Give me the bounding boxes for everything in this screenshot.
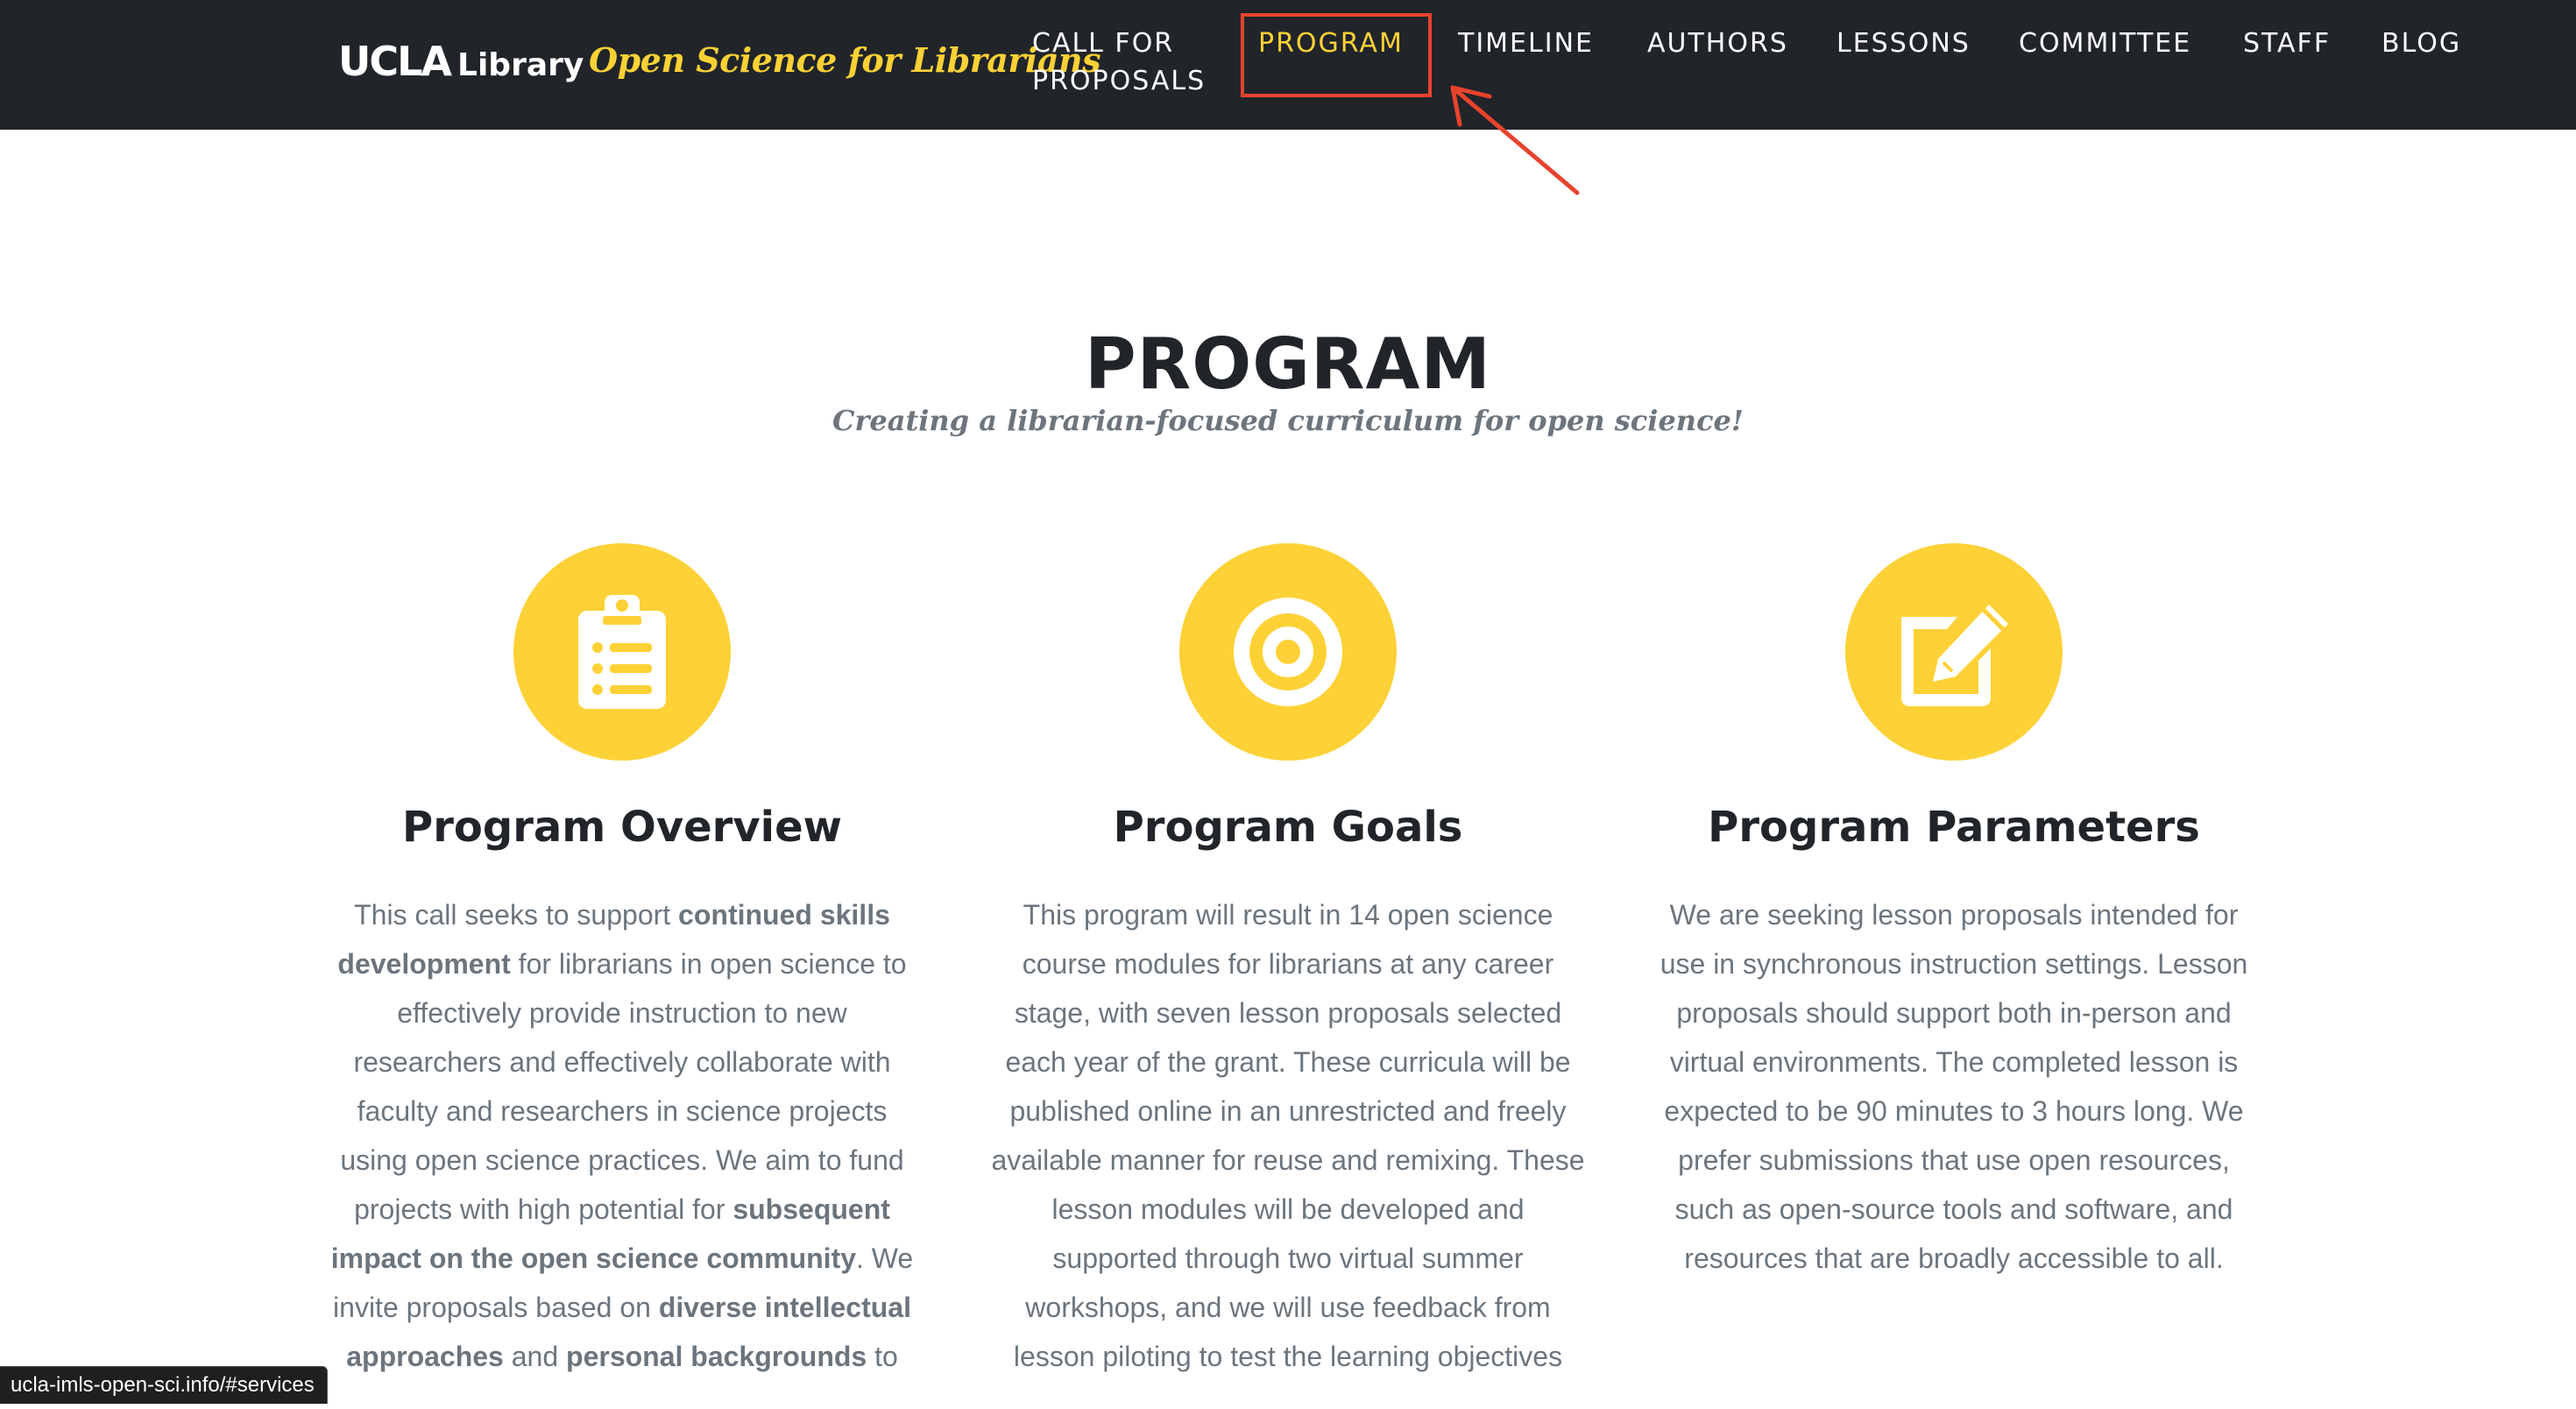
text-run: to — [867, 1341, 898, 1372]
page-title: PROGRAM — [1084, 323, 1492, 406]
nav-item-call-for-proposals[interactable]: CALL FOR PROPOSALS — [1032, 25, 1225, 100]
text-run: We are seeking lesson proposals intended… — [1660, 899, 2248, 1274]
text-run: and — [503, 1341, 567, 1372]
column-paragraph: This program will result in 14 open scie… — [986, 890, 1590, 1381]
icon-circle — [1179, 543, 1397, 761]
column-title: Program Goals — [1113, 803, 1463, 852]
icon-circle — [1845, 543, 2063, 761]
column-paragraph: This call seeks to support continued ski… — [320, 890, 924, 1381]
ucla-library-logo[interactable]: UCLA Library — [338, 32, 584, 96]
nav-item-staff[interactable]: STAFF — [2243, 25, 2331, 62]
program-overview-column: Program Overview This call seeks to supp… — [320, 543, 924, 1409]
nav-item-authors[interactable]: AUTHORS — [1647, 25, 1788, 62]
icon-circle — [513, 543, 731, 761]
nav-item-committee[interactable]: COMMITTEE — [2019, 25, 2191, 62]
edit-icon — [1901, 605, 2008, 706]
nav-item-lessons[interactable]: LESSONS — [1836, 25, 1971, 62]
text-run-bold: personal backgrounds — [566, 1341, 867, 1372]
bullseye-icon — [1234, 598, 1342, 706]
clipboard-list-icon — [578, 595, 666, 709]
program-parameters-column: Program Parameters We are seeking lesson… — [1652, 543, 2256, 1311]
browser-status-bar: ucla-imls-open-sci.info/#services — [0, 1366, 328, 1404]
program-goals-column: Program Goals This program will result i… — [986, 543, 1590, 1409]
nav-item-blog[interactable]: BLOG — [2381, 25, 2461, 62]
text-run: This call seeks to support — [354, 899, 679, 931]
nav-item-timeline[interactable]: TIMELINE — [1458, 25, 1594, 62]
annotation-arrow-icon — [1450, 85, 1580, 195]
brand-library-text: Library — [457, 47, 584, 83]
text-run: This program will result in 14 open scie… — [991, 899, 1585, 1372]
column-title: Program Overview — [402, 803, 842, 852]
column-paragraph: We are seeking lesson proposals intended… — [1652, 890, 2256, 1283]
text-run: for librarians in open science to effect… — [340, 948, 907, 1225]
page-subtitle: Creating a librarian-focused curriculum … — [832, 404, 1744, 437]
brand-tagline-link[interactable]: Open Science for Librarians — [589, 33, 1100, 88]
column-title: Program Parameters — [1708, 803, 2200, 852]
brand-ucla-text: UCLA — [338, 38, 452, 85]
